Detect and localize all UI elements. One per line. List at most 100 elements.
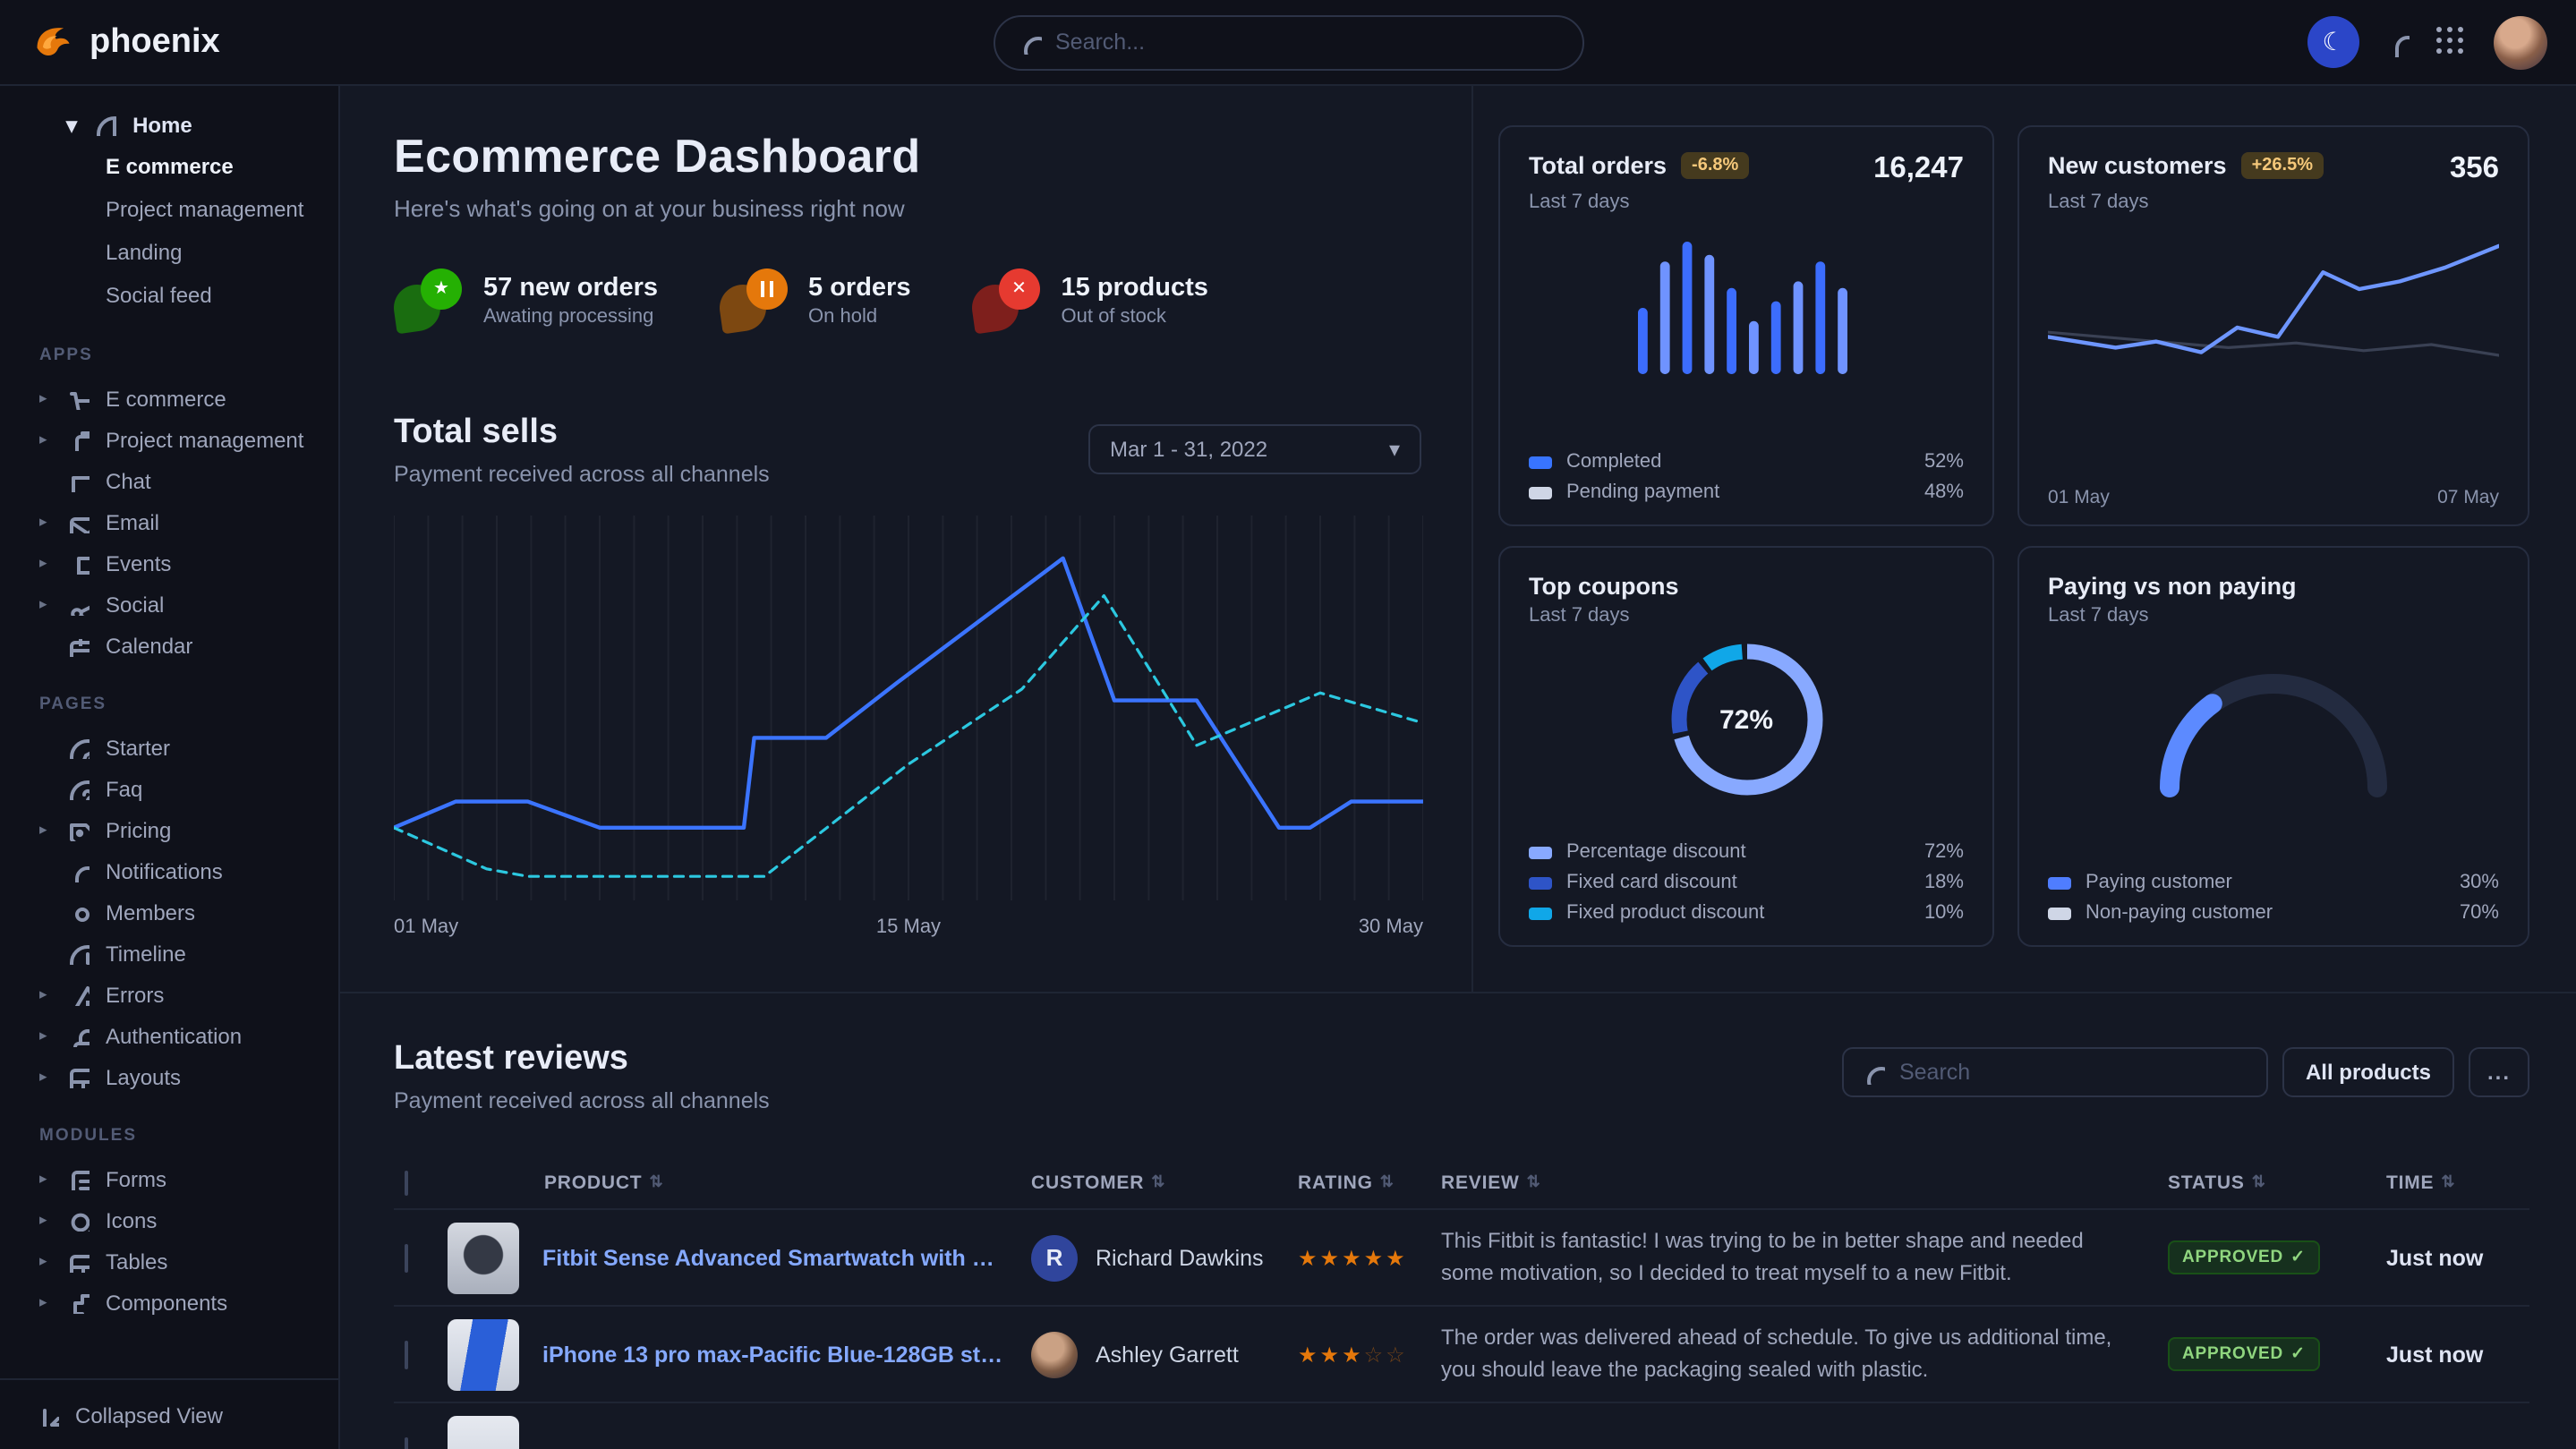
pause-icon <box>760 281 772 297</box>
sidebar-item-label: Errors <box>106 982 164 1007</box>
product-link[interactable]: Fitbit Sense Advanced Smartwatch with To… <box>542 1245 1031 1270</box>
on-hold-icon <box>719 268 787 331</box>
legend-value: 72% <box>1924 841 1964 863</box>
column-customer[interactable]: CUSTOMER⇅ <box>1031 1172 1298 1193</box>
sidebar-item-errors[interactable]: Errors <box>0 974 338 1015</box>
customer-avatar <box>1031 1331 1078 1377</box>
star-icon: ★ <box>433 279 449 299</box>
user-avatar[interactable] <box>2494 15 2547 69</box>
sidebar-item-faq[interactable]: Faq <box>0 768 338 809</box>
sidebar-item-timeline[interactable]: Timeline <box>0 933 338 974</box>
cart-icon <box>66 387 90 410</box>
brand[interactable]: phoenix <box>32 21 220 64</box>
all-products-button[interactable]: All products <box>2282 1047 2454 1097</box>
sidebar-item-ecommerce-dashboard[interactable]: E commerce <box>0 145 338 188</box>
legend-swatch <box>1529 876 1552 889</box>
sidebar-item-icons[interactable]: Icons <box>0 1199 338 1240</box>
legend-value: 18% <box>1924 872 1964 893</box>
sidebar-section-pages: PAGES <box>0 666 338 727</box>
customer-name: Ashley Garrett <box>1096 1342 1239 1367</box>
rating-stars: ★★★★★ <box>1298 1245 1441 1270</box>
product-image-smartwatch <box>448 1222 519 1293</box>
sidebar-item-label: Chat <box>106 468 151 493</box>
global-search[interactable] <box>993 14 1583 70</box>
more-options-button[interactable]: ... <box>2469 1047 2529 1097</box>
product-image <box>448 1415 519 1449</box>
global-search-input[interactable] <box>1055 30 1558 55</box>
new-customers-card: New customers +26.5% 356 Last 7 days 01 … <box>2017 125 2529 526</box>
product-link[interactable]: iPhone 13 pro max-Pacific Blue-128GB sto… <box>542 1342 1031 1367</box>
table-icon <box>66 1249 90 1273</box>
sidebar-item-pricing[interactable]: Pricing <box>0 809 338 850</box>
legend-swatch <box>1529 456 1552 468</box>
apps-grid-button[interactable] <box>2436 27 2467 57</box>
notifications-button[interactable] <box>2386 28 2410 56</box>
select-all-checkbox[interactable] <box>405 1170 408 1195</box>
reviews-table: PRODUCT⇅ CUSTOMER⇅ RATING⇅ REVIEW⇅ STATU… <box>394 1156 2529 1449</box>
bell-icon <box>66 859 90 882</box>
out-of-stock-icon: ✕ <box>972 268 1040 331</box>
sidebar-item-landing[interactable]: Landing <box>0 231 338 274</box>
card-period: Last 7 days <box>2048 605 2499 626</box>
pie-chart-icon <box>93 113 116 136</box>
status-badge: APPROVED✓ <box>2168 1240 2320 1274</box>
sidebar-item-starter[interactable]: Starter <box>0 727 338 768</box>
column-time[interactable]: TIME⇅ <box>2386 1172 2529 1193</box>
sidebar-item-ecommerce[interactable]: E commerce <box>0 378 338 419</box>
sidebar-item-chat[interactable]: Chat <box>0 460 338 501</box>
card-title: Total orders <box>1529 152 1667 179</box>
chat-icon <box>66 469 90 492</box>
sidebar-item-components[interactable]: Components <box>0 1282 338 1323</box>
collapsed-view-toggle[interactable]: Collapsed View <box>0 1378 338 1449</box>
total-orders-bar-chart <box>1529 234 1964 374</box>
date-range-select[interactable]: Mar 1 - 31, 2022 ▾ <box>1088 424 1421 474</box>
sort-icon: ⇅ <box>1151 1172 1165 1192</box>
column-rating[interactable]: RATING⇅ <box>1298 1172 1441 1193</box>
star-icon: ☆ <box>1364 1342 1386 1367</box>
sidebar-section-apps: APPS <box>0 317 338 378</box>
tag-icon <box>66 818 90 841</box>
legend-value: 30% <box>2460 872 2499 893</box>
users-icon <box>66 900 90 924</box>
sort-icon: ⇅ <box>2252 1172 2266 1192</box>
row-checkbox[interactable] <box>405 1436 408 1449</box>
stat-caption: Awating processing <box>483 305 658 327</box>
sidebar-item-members[interactable]: Members <box>0 891 338 933</box>
sidebar-item-authentication[interactable]: Authentication <box>0 1015 338 1056</box>
legend-label: Fixed product discount <box>1566 902 1764 924</box>
column-review[interactable]: REVIEW⇅ <box>1441 1172 2168 1193</box>
top-coupons-card: Top coupons Last 7 days 72% Percentage d… <box>1498 546 1994 947</box>
reviews-search[interactable] <box>1842 1047 2268 1097</box>
column-product[interactable]: PRODUCT⇅ <box>448 1172 1031 1193</box>
sidebar-item-calendar[interactable]: Calendar <box>0 625 338 666</box>
sidebar-item-layouts[interactable]: Layouts <box>0 1056 338 1097</box>
layout-icon <box>66 1065 90 1088</box>
row-checkbox[interactable] <box>405 1243 408 1272</box>
column-status[interactable]: STATUS⇅ <box>2168 1172 2386 1193</box>
legend-swatch <box>1529 486 1552 499</box>
sidebar-item-forms[interactable]: Forms <box>0 1158 338 1199</box>
star-icon: ★ <box>1298 1342 1320 1367</box>
row-checkbox[interactable] <box>405 1340 408 1368</box>
sidebar-item-project-management-dashboard[interactable]: Project management <box>0 188 338 231</box>
legend-value: 70% <box>2460 902 2499 924</box>
top-coupons-legend: Percentage discount72% Fixed card discou… <box>1529 841 1964 924</box>
sidebar-item-label: Tables <box>106 1249 167 1274</box>
sidebar-item-tables[interactable]: Tables <box>0 1240 338 1282</box>
sidebar-item-label: Social <box>106 592 164 617</box>
sidebar-item-social-feed[interactable]: Social feed <box>0 274 338 317</box>
sidebar-item-home[interactable]: Home <box>0 104 338 145</box>
sidebar-item-email[interactable]: Email <box>0 501 338 542</box>
sidebar: Home E commerce Project management Landi… <box>0 86 340 1449</box>
sidebar-item-label: E commerce <box>106 154 234 179</box>
sidebar-item-label: Authentication <box>106 1023 242 1048</box>
dark-mode-toggle[interactable]: ☾ <box>2307 16 2359 68</box>
quick-stats: ★ 57 new orders Awating processing 5 ord… <box>394 268 1421 331</box>
sidebar-item-notifications[interactable]: Notifications <box>0 850 338 891</box>
card-value: 356 <box>2450 152 2499 186</box>
star-icon: ★ <box>1364 1245 1386 1270</box>
sidebar-item-project-management[interactable]: Project management <box>0 419 338 460</box>
sidebar-item-events[interactable]: Events <box>0 542 338 584</box>
reviews-search-input[interactable] <box>1899 1060 2248 1085</box>
sidebar-item-social[interactable]: Social <box>0 584 338 625</box>
